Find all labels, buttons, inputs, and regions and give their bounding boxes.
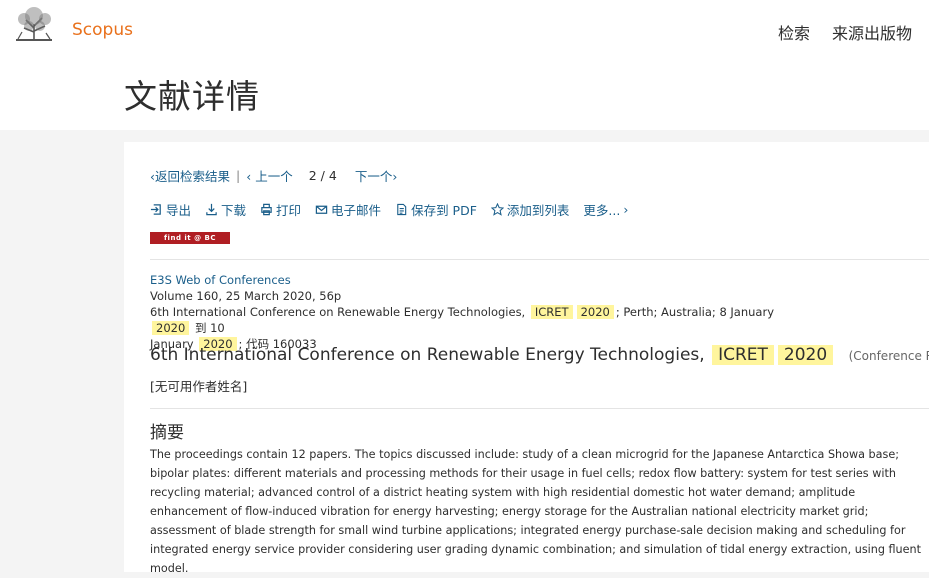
source-info: E3S Web of Conferences Volume 160, 25 Ma…: [150, 272, 810, 352]
email-icon: [315, 205, 328, 214]
email-label: 电子邮件: [331, 203, 382, 218]
more-button[interactable]: 更多... ›: [583, 200, 628, 219]
add-to-list-label: 添加到列表: [506, 203, 570, 218]
next-label: 下一个: [354, 169, 393, 184]
next-result-link[interactable]: 下一个›: [355, 166, 398, 185]
abstract-text: The proceedings contain 12 papers. The t…: [150, 448, 921, 575]
highlight-icret: ICRET: [530, 305, 573, 319]
top-nav: 检索 来源出版物: [778, 20, 912, 44]
chevron-right-icon: ›: [623, 202, 629, 217]
download-button[interactable]: 下载: [205, 200, 246, 219]
result-position: 2 / 4: [309, 168, 337, 183]
abstract-heading: 摘要: [150, 423, 184, 443]
download-icon: [206, 203, 217, 216]
star-icon: [490, 203, 504, 216]
brand-link[interactable]: Scopus: [72, 20, 133, 40]
back-to-results-link[interactable]: ‹返回检索结果: [150, 166, 230, 185]
highlight-year: 2020: [152, 321, 190, 335]
download-label: 下载: [221, 203, 247, 218]
highlight-year: 2020: [576, 305, 614, 319]
pager-slash: /: [320, 168, 325, 183]
prev-result-link[interactable]: ‹ 上一个: [246, 166, 293, 185]
nav-sources[interactable]: 来源出版物: [832, 20, 912, 44]
findit-button[interactable]: find it @ BC: [150, 232, 230, 244]
pdf-icon: [397, 203, 407, 216]
divider: [150, 259, 929, 260]
export-icon: [150, 204, 161, 215]
chevron-right-icon: ›: [392, 169, 398, 184]
export-label: 导出: [166, 203, 192, 218]
save-pdf-button[interactable]: 保存到 PDF: [395, 200, 477, 219]
elsevier-tree-logo[interactable]: [12, 4, 56, 44]
print-button[interactable]: 打印: [260, 200, 301, 219]
chevron-left-icon: ‹: [246, 169, 252, 184]
conference-info: 6th International Conference on Renewabl…: [150, 304, 810, 336]
author-info: [无可用作者姓名]: [150, 379, 248, 394]
document-title: 6th International Conference on Renewabl…: [150, 345, 929, 365]
conference-date-end: 到 10: [194, 321, 225, 335]
title-text: 6th International Conference on Renewabl…: [150, 345, 705, 365]
pager-divider: |: [236, 168, 241, 183]
document-type: (Conference Review): [848, 349, 929, 363]
divider: [150, 408, 929, 409]
conference-name: 6th International Conference on Renewabl…: [150, 305, 526, 319]
page-title: 文献详情: [124, 77, 260, 116]
export-button[interactable]: 导出: [150, 200, 191, 219]
current-index: 2: [308, 168, 317, 183]
highlight-icret: ICRET: [712, 345, 774, 365]
result-pager: ‹返回检索结果 | ‹ 上一个 2 / 4 下一个›: [150, 166, 397, 185]
print-icon: [261, 203, 272, 216]
email-button[interactable]: 电子邮件: [315, 200, 381, 219]
add-to-list-button[interactable]: 添加到列表: [490, 200, 570, 219]
highlight-year: 2020: [777, 345, 834, 365]
save-pdf-label: 保存到 PDF: [411, 203, 477, 218]
prev-label: 上一个: [255, 169, 293, 184]
total-count: 4: [328, 168, 337, 183]
conference-location: ; Perth; Australia; 8 January: [615, 305, 775, 319]
journal-link[interactable]: E3S Web of Conferences: [150, 272, 810, 288]
volume-info: Volume 160, 25 March 2020, 56p: [150, 289, 342, 303]
nav-search[interactable]: 检索: [778, 20, 810, 44]
more-label: 更多...: [583, 203, 621, 218]
document-card: ‹返回检索结果 | ‹ 上一个 2 / 4 下一个› 导出 下载 打印 电子邮件…: [124, 142, 929, 575]
top-bar: Scopus 检索 来源出版物 文献详情: [0, 0, 929, 130]
print-label: 打印: [276, 203, 302, 218]
action-toolbar: 导出 下载 打印 电子邮件 保存到 PDF 添加到列表 更多... ›: [150, 200, 628, 219]
back-label: 返回检索结果: [155, 169, 231, 184]
